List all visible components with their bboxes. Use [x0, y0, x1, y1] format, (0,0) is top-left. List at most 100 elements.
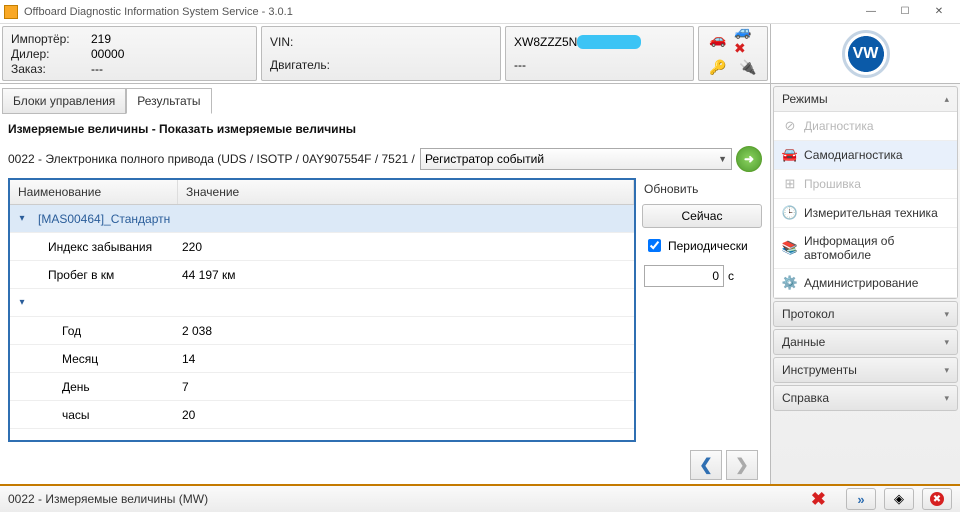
gear-icon: ⚙️ — [782, 275, 798, 291]
refresh-label: Обновить — [642, 180, 762, 198]
table-row[interactable]: Индекс забывания220 — [10, 233, 634, 261]
sb-item-self-diagnostics[interactable]: 🚘 Самодиагностика — [774, 141, 957, 170]
cell-value: 14 — [178, 352, 634, 366]
cell-value: 20 — [178, 408, 634, 422]
sb-section-tools[interactable]: Инструменты ▾ — [773, 357, 958, 383]
engine-label: Двигатель: — [270, 58, 350, 72]
cell-value: 7 — [178, 380, 634, 394]
expand-icon[interactable]: ▾ — [10, 297, 34, 308]
vin-redacted: XXXXXXX — [577, 35, 641, 49]
table-row[interactable]: Месяц14 — [10, 345, 634, 373]
vin-value: XW8ZZZ5N — [514, 35, 577, 49]
right-sidebar: Режимы▴ ⊘Диагностика 🚘Самодиагностика ⊞П… — [770, 84, 960, 484]
col-value[interactable]: Значение — [178, 180, 634, 204]
event-recorder-combo[interactable]: Регистратор событий ▼ — [420, 148, 732, 170]
sb-header-label: Протокол — [782, 307, 835, 321]
sb-item-label: Администрирование — [804, 276, 918, 290]
combo-value: Регистратор событий — [425, 152, 544, 166]
chevron-down-icon: ▾ — [944, 365, 949, 376]
brand-logo-box: VW — [770, 24, 960, 83]
go-button[interactable]: ➜ — [736, 146, 762, 172]
chevron-down-icon: ▾ — [944, 393, 949, 404]
sb-section-protocol[interactable]: Протокол ▾ — [773, 301, 958, 327]
sb-item-label: Измерительная техника — [804, 206, 938, 220]
interval-input[interactable] — [644, 265, 724, 287]
importer-value: 219 — [91, 32, 171, 46]
table-row[interactable]: Год2 038 — [10, 317, 634, 345]
sb-header-label: Инструменты — [782, 363, 857, 377]
car-icon: 🚘 — [782, 147, 798, 163]
nav-buttons: ❮ ❯ — [2, 446, 768, 484]
target-button[interactable]: ◈ — [884, 488, 914, 510]
tab-control-units[interactable]: Блоки управления — [2, 88, 126, 114]
table-row[interactable]: День7 — [10, 373, 634, 401]
maximize-button[interactable]: ☐ — [888, 2, 922, 22]
cell-name: Индекс забывания — [34, 240, 178, 254]
gauge-icon: 🕒 — [782, 205, 798, 221]
cell-name: часы — [34, 408, 178, 422]
vin-value-box: XW8ZZZ5NXXXXXXX --- — [505, 26, 694, 81]
steering-icon: ⊘ — [782, 118, 798, 134]
expand-icon[interactable]: ▾ — [10, 213, 34, 224]
engine-value: --- — [514, 58, 526, 72]
module-label: 0022 - Электроника полного привода (UDS … — [8, 152, 416, 166]
stop-button[interactable]: ✖ — [922, 488, 952, 510]
next-button[interactable]: ❯ — [726, 450, 758, 480]
sb-item-flash: ⊞Прошивка — [774, 170, 957, 199]
status-buttons: » ◈ ✖ — [846, 488, 952, 510]
no-vehicle-icon[interactable]: 🚙✖ — [734, 29, 762, 51]
chevron-down-icon: ▾ — [944, 309, 949, 320]
sb-header-modes[interactable]: Режимы▴ — [774, 87, 957, 111]
refresh-panel: Обновить Сейчас Периодически с — [642, 178, 762, 442]
table-row[interactable]: Пробег в км44 197 км — [10, 261, 634, 289]
sb-item-diagnostics: ⊘Диагностика — [774, 112, 957, 141]
app-icon — [4, 5, 18, 19]
tab-bar: Блоки управления Результаты — [2, 88, 768, 114]
chevron-up-icon: ▴ — [944, 94, 949, 105]
sb-header-label: Данные — [782, 335, 825, 349]
periodic-checkbox[interactable] — [648, 239, 661, 252]
sb-item-vehicle-info[interactable]: 📚Информация об автомобиле — [774, 228, 957, 269]
table-header: Наименование Значение — [10, 180, 634, 205]
statusbar: 0022 - Измеряемые величины (MW) ✖ » ◈ ✖ — [0, 484, 960, 512]
key-icon[interactable]: 🔑 — [704, 56, 732, 78]
order-value: --- — [91, 62, 171, 76]
sb-section-modes: Режимы▴ ⊘Диагностика 🚘 Самодиагностика ⊞П… — [773, 86, 958, 299]
cell-name: Год — [34, 324, 178, 338]
close-button[interactable]: ✕ — [922, 2, 956, 22]
periodic-label: Периодически — [668, 239, 748, 253]
table-group-row[interactable]: ▾ [MAS00464]_Стандартн — [10, 205, 634, 233]
status-text: 0022 - Измеряемые величины (MW) — [8, 492, 208, 506]
usb-icon[interactable]: 🔌 — [734, 56, 762, 78]
panel-title: Измеряемые величины - Показать измеряемы… — [2, 114, 768, 144]
book-icon: 📚 — [782, 240, 798, 256]
cell-value: 2 038 — [178, 324, 634, 338]
tab-results[interactable]: Результаты — [126, 88, 211, 114]
table-body: ▾ [MAS00464]_Стандартн Индекс забывания2… — [10, 205, 634, 429]
chevron-down-icon: ▼ — [718, 154, 727, 164]
minimize-button[interactable]: — — [854, 2, 888, 22]
car-icon[interactable]: 🚗 — [704, 29, 732, 51]
interval-unit: с — [728, 269, 734, 283]
window-titlebar: Offboard Diagnostic Information System S… — [0, 0, 960, 24]
order-label: Заказ: — [11, 62, 91, 76]
header-info: Импортёр:219 Дилер:00000 Заказ:--- VIN: … — [0, 24, 960, 84]
data-block: Наименование Значение ▾ [MAS00464]_Станд… — [2, 174, 768, 446]
sb-section-help[interactable]: Справка▾ — [773, 385, 958, 411]
table-row[interactable]: часы20 — [10, 401, 634, 429]
sb-item-label: Самодиагностика — [804, 148, 903, 162]
chevron-down-icon: ▾ — [944, 337, 949, 348]
forward-button[interactable]: » — [846, 488, 876, 510]
col-name[interactable]: Наименование — [10, 180, 178, 204]
table-group-row[interactable]: ▾ — [10, 289, 634, 317]
close-x-icon[interactable]: ✖ — [811, 489, 826, 510]
sb-section-data[interactable]: Данные ▾ — [773, 329, 958, 355]
chip-icon: ⊞ — [782, 176, 798, 192]
sb-item-admin[interactable]: ⚙️ Администрирование — [774, 269, 957, 298]
sb-item-measurement[interactable]: 🕒 Измерительная техника — [774, 199, 957, 228]
dealer-label: Дилер: — [11, 47, 91, 61]
prev-button[interactable]: ❮ — [690, 450, 722, 480]
importer-label: Импортёр: — [11, 32, 91, 46]
dealer-value: 00000 — [91, 47, 171, 61]
refresh-now-button[interactable]: Сейчас — [642, 204, 762, 228]
